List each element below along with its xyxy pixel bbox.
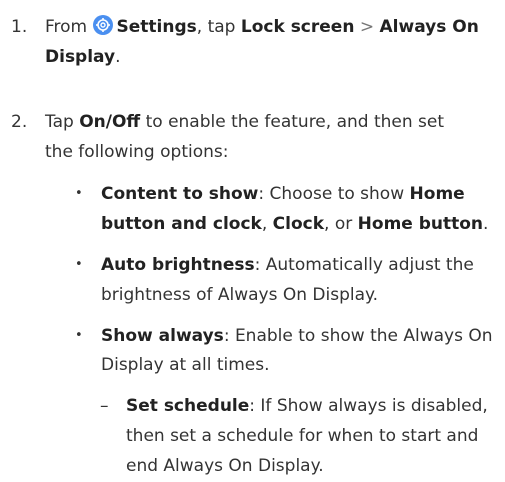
option-2-text: : Automatically adjust the [254, 254, 474, 275]
comma: , [261, 213, 268, 234]
set-schedule-label: Set schedule [126, 396, 250, 417]
option-1-line-2: button and clock, Clock, or Home button. [101, 208, 488, 240]
step-2-text: to enable the feature, and then set [145, 112, 445, 133]
option-2-line-1: Auto brightness: Automatically adjust th… [101, 249, 474, 281]
on-off-label: On/Off [79, 112, 141, 133]
dash: – [100, 396, 109, 417]
step-1-period: . [115, 46, 121, 67]
bullet: • [75, 327, 83, 343]
step-1-line-2: Display. [45, 41, 121, 73]
bullet: • [75, 256, 83, 272]
option-3-line-1: Show always: Enable to show the Always O… [101, 320, 493, 352]
display-label: Display [45, 46, 116, 67]
step-number: 2. [11, 112, 28, 133]
sub-option-line-1: Set schedule: If Show always is disabled… [126, 390, 488, 422]
clock-label: Clock [272, 213, 325, 234]
auto-brightness-label: Auto brightness [101, 254, 255, 275]
lock-screen-label: Lock screen [240, 17, 355, 38]
step-1-tap: , tap [196, 17, 236, 38]
step-1-line-1: From Settings, tap Lock screen > Always … [45, 11, 479, 43]
option-2-line-2: brightness of Always On Display. [101, 284, 379, 305]
bullet: • [75, 185, 83, 201]
always-on-label: Always On [379, 17, 479, 38]
home-button-and-clock-label: button and clock [101, 213, 262, 234]
step-1-from: From [45, 17, 88, 38]
step-2-line-1: Tap On/Off to enable the feature, and th… [45, 106, 444, 138]
settings-label: Settings [116, 17, 197, 38]
home-button-label: Home button [357, 213, 484, 234]
content-to-show-label: Content to show [101, 183, 259, 204]
chevron-right-icon: > [359, 17, 375, 38]
sub-option-line-2: then set a schedule for when to start an… [126, 426, 479, 447]
sub-option-text: : If Show always is disabled, [249, 396, 488, 417]
step-number: 1. [11, 17, 28, 38]
option-3-line-2: Display at all times. [101, 355, 270, 376]
option-1-line-1: Content to show: Choose to show Home [101, 178, 465, 210]
home-label: Home [409, 183, 465, 204]
period: . [483, 213, 489, 234]
option-3-text: : Enable to show the Always On [223, 325, 493, 346]
option-1-text: : Choose to show [258, 183, 405, 204]
settings-gear-icon [92, 15, 113, 36]
show-always-label: Show always [101, 325, 224, 346]
step-2-line-2: the following options: [45, 142, 229, 163]
step-2-tap: Tap [45, 112, 74, 133]
or-text: , or [324, 213, 353, 234]
sub-option-line-3: end Always On Display. [126, 456, 324, 476]
